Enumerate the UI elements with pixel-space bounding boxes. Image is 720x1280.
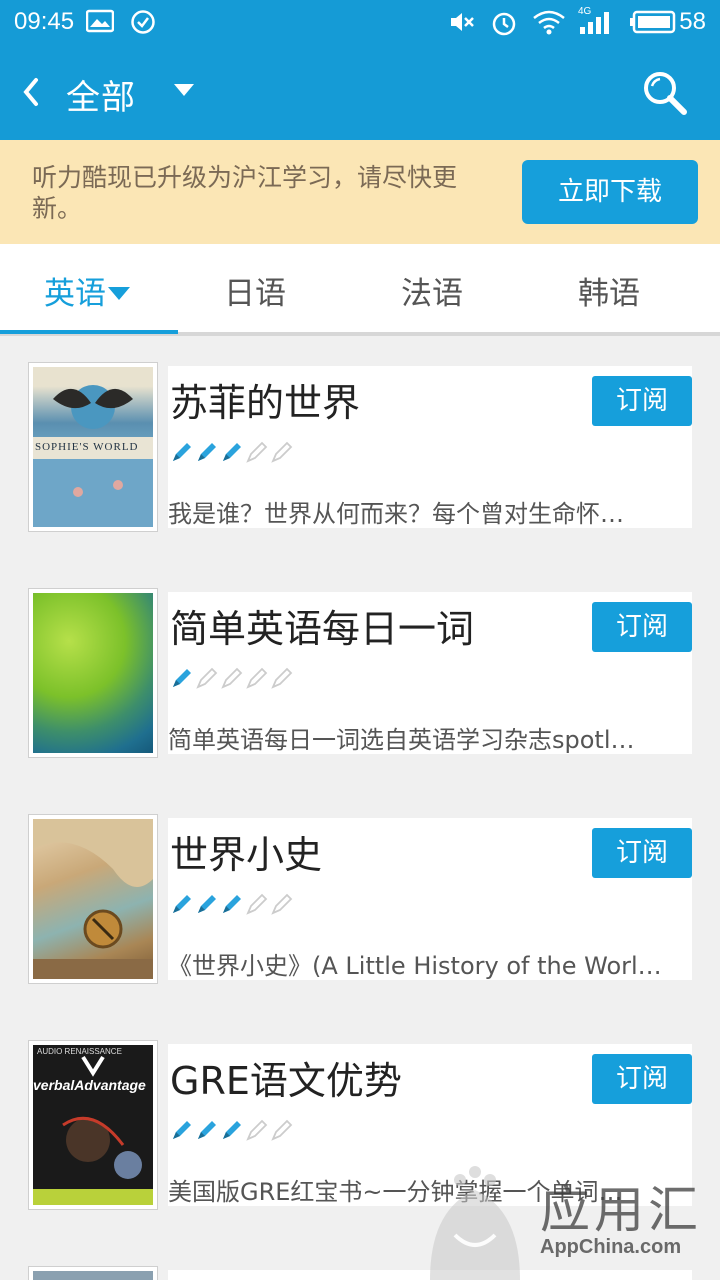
book-info[interactable]: 世界小史 订阅 《世界小史》(A Little History of the W… (168, 818, 692, 980)
back-chevron-icon[interactable] (18, 70, 48, 114)
book-description: 我是谁？世界从何而来？每个曾对生命怀… (168, 500, 624, 528)
pencil-icon (198, 1121, 216, 1139)
watermark-logo-icon (430, 1166, 520, 1280)
pencil-icon (246, 441, 268, 463)
pencil-icon (246, 667, 268, 689)
book-title: 简单英语每日一词 (170, 607, 475, 651)
book-cover-art (33, 1055, 153, 1205)
cover-title: verbalAdvantage (33, 1077, 146, 1093)
check-circle-icon (131, 10, 155, 34)
subscribe-button[interactable]: 订阅 (592, 828, 692, 878)
pencil-icon (198, 895, 216, 913)
banner-text: 听力酷现已升级为沪江学习，请尽快更新。 (32, 163, 458, 223)
mute-icon (451, 13, 474, 31)
subscribe-button[interactable]: 订阅 (592, 376, 692, 426)
pencil-icon (173, 895, 191, 913)
caret-down-icon (108, 287, 130, 300)
tab-korean[interactable]: 韩语 (578, 268, 640, 313)
pencil-icon (221, 667, 243, 689)
cover-title: SOPHIE'S WORLD (35, 441, 139, 453)
book-title: 苏菲的世界 (170, 381, 361, 425)
pencil-icon (271, 893, 293, 915)
pencil-icon (173, 1121, 191, 1139)
pencil-icon (271, 1119, 293, 1141)
pencil-icon (223, 1121, 241, 1139)
book-cover-art (33, 819, 153, 979)
list-item[interactable]: SOPHIE'S WORLD 苏菲的世界 订阅 我是谁？世界从何而来？每个曾对生… (28, 362, 692, 532)
book-info[interactable]: 苏菲的世界 订阅 我是谁？世界从何而来？每个曾对生命怀… (168, 366, 692, 528)
list-item[interactable]: 世界小史 订阅 《世界小史》(A Little History of the W… (28, 814, 692, 984)
language-tabs: 英语 日语 法语 韩语 (0, 244, 720, 336)
book-info[interactable]: 简单英语每日一词 订阅 简单英语每日一词选自英语学习杂志spotl… (168, 592, 692, 754)
image-icon (86, 9, 114, 33)
upgrade-banner: 听力酷现已升级为沪江学习，请尽快更新。 立即下载 (0, 140, 720, 244)
list-item[interactable]: 简单英语每日一词 订阅 简单英语每日一词选自英语学习杂志spotl… (28, 588, 692, 758)
tab-english[interactable]: 英语 (44, 268, 130, 313)
pencil-icon (246, 893, 268, 915)
pencil-icon (173, 443, 191, 461)
status-bar: 09:45 4G 58 (0, 0, 720, 44)
watermark: 应用汇 AppChina.com (420, 1160, 720, 1280)
book-cover-art (33, 593, 153, 753)
battery-level: 58 (679, 8, 706, 35)
pencil-icon (223, 443, 241, 461)
battery-icon (630, 10, 676, 34)
signal-icon (580, 12, 609, 34)
book-cover[interactable]: AUDIO RENAISSANCE verbalAdvantage (28, 1040, 158, 1210)
tab-french[interactable]: 法语 (401, 268, 463, 313)
pencil-icon (196, 667, 218, 689)
pencil-icon (173, 669, 191, 687)
pencil-icon (198, 443, 216, 461)
search-icon[interactable] (640, 68, 688, 116)
category-title[interactable]: 全部 (66, 70, 136, 119)
caret-down-icon[interactable] (174, 84, 194, 96)
tab-english-label: 英语 (44, 276, 106, 312)
pencil-icon (271, 667, 293, 689)
book-cover[interactable]: SOPHIE'S WORLD (28, 362, 158, 532)
subscribe-button[interactable]: 订阅 (592, 1054, 692, 1104)
book-description: 简单英语每日一词选自英语学习杂志spotl… (168, 726, 635, 754)
pencil-icon (271, 441, 293, 463)
watermark-text: 应用汇 (540, 1181, 702, 1239)
app-bar: 全部 (0, 44, 720, 140)
watermark-subtext: AppChina.com (540, 1236, 682, 1258)
tab-japanese[interactable]: 日语 (224, 268, 286, 313)
tab-indicator (0, 330, 178, 334)
list-item[interactable] (28, 1266, 158, 1280)
alarm-icon (492, 12, 516, 36)
pencil-icon (223, 895, 241, 913)
book-cover[interactable] (28, 588, 158, 758)
book-cover[interactable] (28, 814, 158, 984)
book-title: GRE语文优势 (170, 1059, 402, 1103)
status-time: 09:45 (14, 8, 75, 35)
subscribe-button[interactable]: 订阅 (592, 602, 692, 652)
book-title: 世界小史 (170, 833, 323, 877)
download-now-button[interactable]: 立即下载 (522, 160, 698, 224)
pencil-icon (246, 1119, 268, 1141)
book-description: 《世界小史》(A Little History of the Worl… (168, 952, 662, 980)
wifi-icon (533, 10, 565, 35)
